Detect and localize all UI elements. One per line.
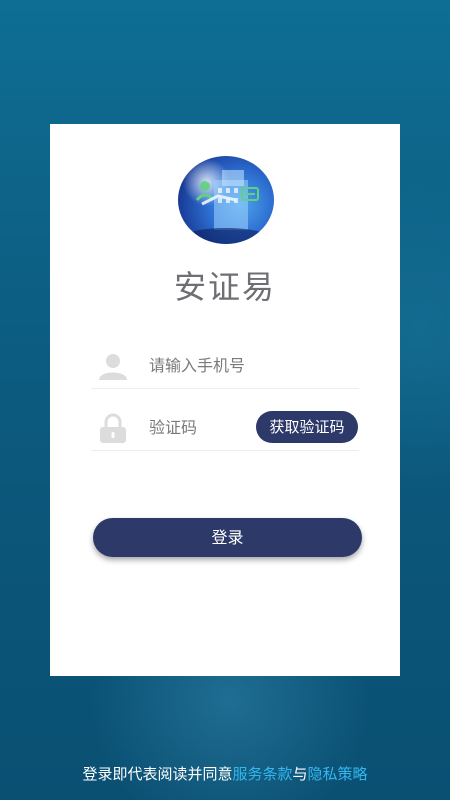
get-code-button[interactable]: 获取验证码	[256, 411, 358, 443]
lock-icon	[97, 412, 129, 444]
code-row: 获取验证码	[91, 404, 359, 451]
login-card: 安证易 获取验证码 登录	[50, 124, 400, 676]
agreement-and: 与	[292, 765, 308, 783]
app-title: 安证易	[173, 268, 276, 306]
user-icon	[97, 350, 129, 382]
agreement-text: 登录即代表阅读并同意服务条款与隐私策略	[0, 763, 450, 784]
building-handshake-logo-icon	[186, 170, 266, 244]
login-button[interactable]: 登录	[93, 518, 362, 557]
phone-row	[91, 342, 359, 389]
terms-link[interactable]: 服务条款	[232, 765, 292, 783]
agreement-prefix: 登录即代表阅读并同意	[82, 765, 233, 783]
app-logo	[178, 156, 274, 244]
phone-input[interactable]	[149, 350, 289, 380]
privacy-link[interactable]: 隐私策略	[308, 765, 368, 783]
